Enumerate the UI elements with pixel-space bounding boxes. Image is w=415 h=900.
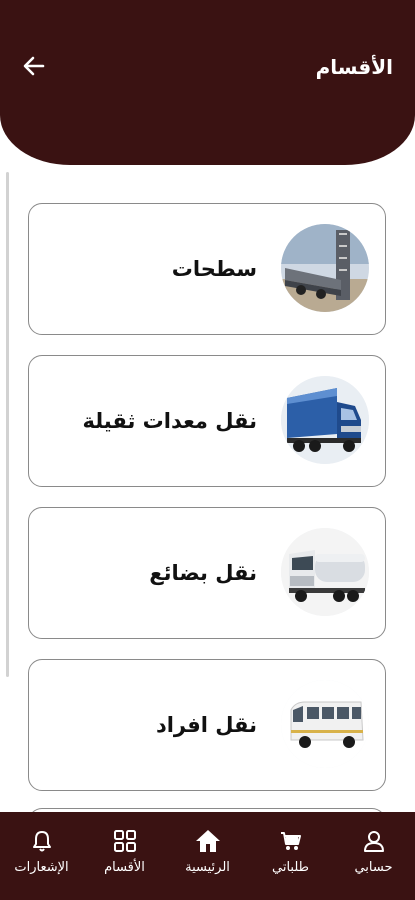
page-title: الأقسام xyxy=(315,55,393,79)
nav-label: حسابي xyxy=(354,860,393,875)
nav-label: طلباتي xyxy=(272,860,309,875)
nav-label: الرئيسية xyxy=(185,860,230,875)
bottom-navigation: حسابي طلباتي الرئيسية الأقسام الإشعارات xyxy=(0,812,415,900)
category-card-flatbed[interactable]: سطحات xyxy=(28,203,386,335)
cart-icon xyxy=(278,828,304,854)
arrow-left-icon xyxy=(23,56,45,76)
blue-semi-truck-photo xyxy=(281,376,369,464)
nav-item-home[interactable]: الرئيسية xyxy=(166,812,249,900)
category-label: سطحات xyxy=(171,257,257,281)
minibus-photo xyxy=(281,680,369,768)
nav-item-notifications[interactable]: الإشعارات xyxy=(0,812,83,900)
bell-icon xyxy=(29,828,55,854)
category-label: نقل معدات ثقيلة xyxy=(82,409,257,433)
category-label: نقل افراد xyxy=(155,713,257,737)
nav-label: الأقسام xyxy=(104,860,145,875)
category-card-heavy-equipment[interactable]: نقل معدات ثقيلة xyxy=(28,355,386,487)
nav-item-orders[interactable]: طلباتي xyxy=(249,812,332,900)
category-card-passengers[interactable]: نقل افراد xyxy=(28,659,386,791)
grid-icon xyxy=(112,828,138,854)
user-icon xyxy=(361,828,387,854)
scrollbar[interactable] xyxy=(6,172,9,677)
home-icon xyxy=(195,828,221,854)
nav-label: الإشعارات xyxy=(14,860,69,875)
tanker-truck-photo xyxy=(281,528,369,616)
app-header: الأقسام xyxy=(0,0,415,165)
nav-item-account[interactable]: حسابي xyxy=(332,812,415,900)
category-label: نقل بضائع xyxy=(149,561,257,585)
nav-item-categories[interactable]: الأقسام xyxy=(83,812,166,900)
back-button[interactable] xyxy=(18,52,50,80)
category-card-goods[interactable]: نقل بضائع xyxy=(28,507,386,639)
flatbed-trailer-photo xyxy=(281,224,369,312)
